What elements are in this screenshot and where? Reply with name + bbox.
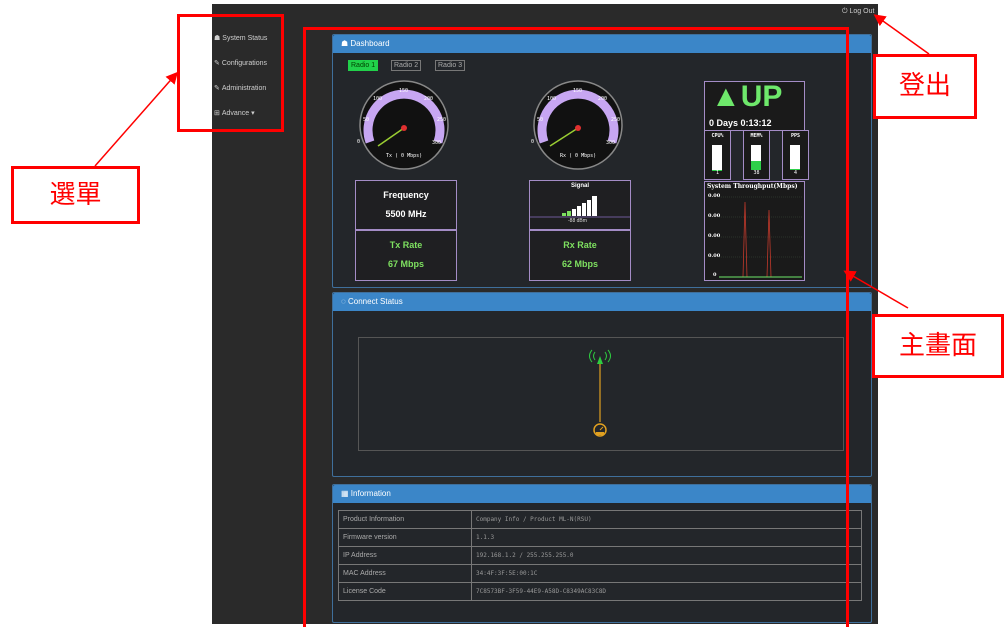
main-arrow bbox=[846, 272, 908, 308]
annotation-arrows bbox=[0, 0, 1004, 624]
menu-arrow bbox=[95, 74, 176, 166]
main-callout: 主畫面 bbox=[872, 314, 1004, 378]
menu-callout: 選單 bbox=[11, 166, 140, 224]
logout-callout: 登出 bbox=[873, 54, 977, 119]
logout-arrow bbox=[876, 16, 929, 54]
